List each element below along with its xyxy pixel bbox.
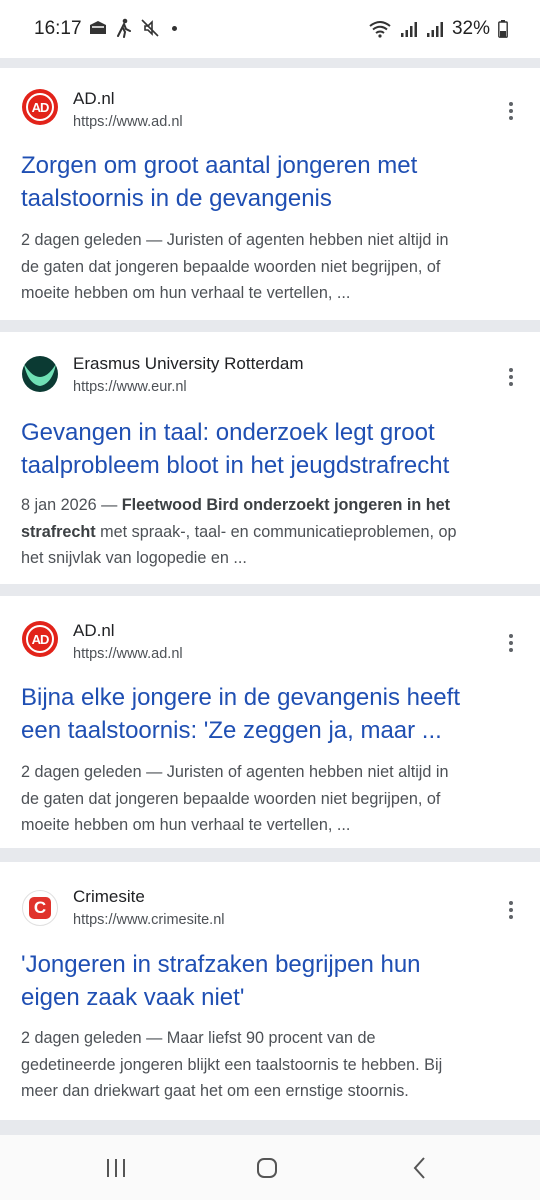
status-bar: 16:17 32% [0, 0, 540, 58]
more-options-icon[interactable] [500, 895, 522, 925]
ad-logo-icon: AD [22, 621, 58, 657]
result-snippet: 2 dagen geleden — Maar liefst 90 procent… [21, 1029, 443, 1100]
result-title-link[interactable]: Gevangen in taal: onderzoek legt groot t… [21, 416, 521, 482]
status-time: 16:17 [34, 18, 82, 39]
battery-percentage: 32% [451, 18, 490, 39]
result-title-link[interactable]: 'Jongeren in strafzaken begrijpen hun ei… [21, 948, 521, 1014]
search-result-card[interactable]: AD AD.nl https://www.ad.nl Bijna elke jo… [0, 596, 540, 848]
notification-icon [90, 21, 106, 34]
status-left-icons [88, 18, 177, 38]
result-site-name: AD.nl [73, 89, 115, 108]
navigation-bar [0, 1135, 540, 1200]
more-options-icon[interactable] [500, 628, 522, 658]
signal-icon [400, 22, 417, 37]
walking-icon [117, 18, 131, 38]
recents-icon[interactable] [96, 1155, 136, 1181]
signal-icon [426, 22, 443, 37]
dot-icon [172, 25, 177, 31]
wifi-icon [369, 21, 391, 38]
search-result-card[interactable]: C Crimesite https://www.crimesite.nl 'Jo… [0, 862, 540, 1120]
search-result-card[interactable]: Erasmus University Rotterdam https://www… [0, 332, 540, 584]
status-right: 32% [368, 18, 508, 40]
result-snippet: 8 jan 2026 — Fleetwood Bird onderzoekt j… [21, 496, 457, 567]
result-url: https://www.eur.nl [73, 379, 187, 395]
result-site-name: Erasmus University Rotterdam [73, 354, 304, 373]
more-options-icon[interactable] [500, 362, 522, 392]
more-options-icon[interactable] [500, 96, 522, 126]
result-title-link[interactable]: Bijna elke jongere in de gevangenis heef… [21, 681, 521, 747]
result-url: https://www.ad.nl [73, 646, 183, 662]
ad-logo-icon: AD [22, 89, 58, 125]
back-icon[interactable] [400, 1155, 440, 1181]
battery-icon [498, 20, 508, 38]
no-sound-icon [141, 19, 159, 37]
eur-logo-icon [22, 356, 58, 392]
search-result-card[interactable]: AD AD.nl https://www.ad.nl Zorgen om gro… [0, 68, 540, 320]
home-icon[interactable] [247, 1155, 287, 1181]
crimesite-logo-icon: C [22, 890, 58, 926]
result-snippet: 2 dagen geleden — Juristen of agenten he… [21, 231, 449, 302]
result-title-link[interactable]: Zorgen om groot aantal jongeren met taal… [21, 149, 521, 215]
result-snippet: 2 dagen geleden — Juristen of agenten he… [21, 763, 449, 834]
result-site-name: Crimesite [73, 887, 145, 906]
result-site-name: AD.nl [73, 621, 115, 640]
result-url: https://www.crimesite.nl [73, 912, 225, 928]
result-url: https://www.ad.nl [73, 114, 183, 130]
